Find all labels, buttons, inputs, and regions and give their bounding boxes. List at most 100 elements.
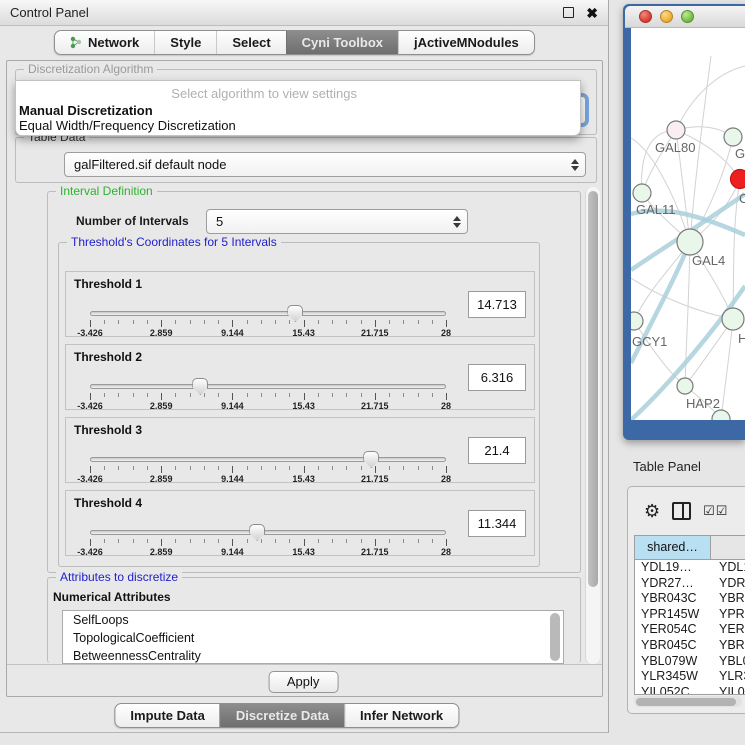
- node-gal80[interactable]: [667, 121, 685, 139]
- slider-ruler: [90, 539, 446, 547]
- threshold-3-value-field[interactable]: 21.4: [468, 437, 526, 464]
- node-h[interactable]: [722, 308, 744, 330]
- slider-track[interactable]: [90, 311, 446, 316]
- table-horizontal-scrollbar[interactable]: [634, 696, 742, 707]
- threshold-2-slider[interactable]: -3.426 2.859 9.144 15.43 21.715 28: [90, 379, 446, 407]
- table-data-value: galFiltered.sif default node: [74, 157, 226, 172]
- slider-tick-labels: -3.426 2.859 9.144 15.43 21.715 28: [90, 547, 446, 557]
- network-window-titlebar: [625, 6, 745, 28]
- table-panel-title: Table Panel: [633, 459, 701, 474]
- threshold-2-box: Threshold 2 6.316 -3.426 2.859 9.144 15.…: [65, 344, 535, 410]
- node-top-right[interactable]: [724, 128, 742, 146]
- tab-impute-data[interactable]: Impute Data: [115, 704, 219, 727]
- algorithm-option-equal-width[interactable]: Equal Width/Frequency Discretization: [19, 118, 236, 133]
- close-button[interactable]: [639, 10, 652, 23]
- interval-definition-group: Interval Definition Number of Intervals …: [47, 191, 581, 573]
- table-row[interactable]: YPR145WYPR1: [635, 607, 745, 623]
- algorithm-dropdown-popup: Select algorithm to view settings Manual…: [15, 80, 581, 136]
- select-columns-icon[interactable]: ☑☑: [703, 503, 728, 519]
- node-gal4[interactable]: [677, 229, 703, 255]
- table-row[interactable]: YER054CYER0: [635, 622, 745, 638]
- attributes-group-title: Attributes to discretize: [56, 570, 182, 584]
- column-header-name[interactable]: na: [711, 536, 745, 559]
- tab-network[interactable]: Network: [55, 31, 154, 54]
- control-panel-titlebar: Control Panel ✖: [0, 0, 608, 26]
- node-hap2[interactable]: [677, 378, 693, 394]
- threshold-4-value-field[interactable]: 11.344: [468, 510, 526, 537]
- threshold-4-slider[interactable]: -3.426 2.859 9.144 15.43 21.715 28: [90, 525, 446, 553]
- node-label-gal80: GAL80: [655, 140, 695, 155]
- list-item-betweennesscentrality[interactable]: BetweennessCentrality: [63, 647, 563, 664]
- threshold-2-label: Threshold 2: [74, 350, 142, 364]
- columns-icon[interactable]: [672, 502, 691, 520]
- gear-icon[interactable]: ⚙: [644, 502, 660, 520]
- tab-select[interactable]: Select: [216, 31, 285, 54]
- number-of-intervals-combobox[interactable]: 5: [206, 209, 468, 234]
- list-scrollbar[interactable]: [550, 613, 560, 661]
- threshold-4-label: Threshold 4: [74, 496, 142, 510]
- number-of-intervals-value: 5: [216, 214, 223, 229]
- top-tab-bar: Network Style Select Cyni Toolbox jActiv…: [54, 30, 535, 55]
- algorithm-option-manual[interactable]: Manual Discretization: [19, 103, 153, 118]
- threshold-2-value-field[interactable]: 6.316: [468, 364, 526, 391]
- table-row[interactable]: YLR345WYLR3: [635, 669, 745, 685]
- table-row[interactable]: YBR043CYBR0: [635, 591, 745, 607]
- scrollbar-thumb[interactable]: [636, 698, 736, 706]
- table-row[interactable]: YDL19…YDL1: [635, 560, 745, 576]
- combo-stepper-icon: [453, 216, 461, 228]
- table-row[interactable]: YBR045CYBR0: [635, 638, 745, 654]
- slider-track[interactable]: [90, 384, 446, 389]
- table-data-group: Table Data galFiltered.sif default node: [15, 137, 597, 183]
- table-row[interactable]: YIL052CYIL0: [635, 685, 745, 695]
- network-canvas[interactable]: GAL80 G C GAL11 GAL4 GCY1 H HAP2: [631, 28, 745, 420]
- node-gal11[interactable]: [633, 184, 651, 202]
- minimize-button[interactable]: [660, 10, 673, 23]
- thresholds-group-title: Threshold's Coordinates for 5 Intervals: [67, 235, 281, 249]
- slider-ruler: [90, 466, 446, 474]
- pane-divider: [7, 664, 602, 665]
- slider-track[interactable]: [90, 457, 446, 462]
- tab-discretize-data[interactable]: Discretize Data: [220, 704, 344, 727]
- combo-stepper-icon: [571, 159, 579, 171]
- node-gcy1[interactable]: [631, 312, 643, 330]
- close-icon[interactable]: ✖: [586, 6, 598, 20]
- column-header-shared-name[interactable]: shared…: [635, 536, 711, 559]
- table-panel-header: Table Panel: [609, 448, 745, 484]
- interval-definition-title: Interval Definition: [56, 184, 157, 198]
- tab-infer-network[interactable]: Infer Network: [344, 704, 458, 727]
- node-label-gal4: GAL4: [692, 253, 725, 268]
- float-window-icon[interactable]: [563, 7, 574, 18]
- threshold-1-value-field[interactable]: 14.713: [468, 291, 526, 318]
- numerical-attributes-list: SelfLoops TopologicalCoefficient Between…: [62, 610, 564, 664]
- network-view-window: GAL80 G C GAL11 GAL4 GCY1 H HAP2: [623, 4, 745, 440]
- node-label-hap2: HAP2: [686, 396, 720, 411]
- apply-button[interactable]: Apply: [268, 671, 338, 693]
- threshold-3-label: Threshold 3: [74, 423, 142, 437]
- control-panel: Control Panel ✖ Network Style Select Cyn…: [0, 0, 609, 733]
- table-data-combobox[interactable]: galFiltered.sif default node: [64, 152, 586, 177]
- control-panel-title: Control Panel: [10, 5, 89, 20]
- algorithm-placeholder: Select algorithm to view settings: [16, 86, 512, 101]
- tab-cyni-toolbox[interactable]: Cyni Toolbox: [286, 31, 398, 54]
- number-of-intervals-label: Number of Intervals: [76, 214, 189, 228]
- table-row[interactable]: YBL079WYBL0: [635, 654, 745, 670]
- tab-style[interactable]: Style: [154, 31, 216, 54]
- bottom-tab-bar: Impute Data Discretize Data Infer Networ…: [114, 703, 459, 728]
- threshold-3-slider[interactable]: -3.426 2.859 9.144 15.43 21.715 28: [90, 452, 446, 480]
- slider-tick-labels: -3.426 2.859 9.144 15.43 21.715 28: [90, 474, 446, 484]
- list-item-topologicalcoefficient[interactable]: TopologicalCoefficient: [63, 629, 563, 647]
- zoom-button[interactable]: [681, 10, 694, 23]
- table-row[interactable]: YDR27…YDR2: [635, 576, 745, 592]
- list-item-selfloops[interactable]: SelfLoops: [63, 611, 563, 629]
- node-label-gal11: GAL11: [636, 202, 676, 217]
- table-header-row: shared… na: [635, 536, 745, 560]
- discretization-algorithm-group-title: Discretization Algorithm: [24, 62, 157, 76]
- node-selected-red[interactable]: [731, 170, 745, 189]
- slider-tick-labels: -3.426 2.859 9.144 15.43 21.715 28: [90, 401, 446, 411]
- thresholds-group: Threshold's Coordinates for 5 Intervals …: [58, 242, 540, 567]
- scrollbar-thumb[interactable]: [588, 191, 598, 587]
- slider-track[interactable]: [90, 530, 446, 535]
- tab-jactivemnodules[interactable]: jActiveMNodules: [398, 31, 534, 54]
- threshold-1-slider[interactable]: -3.426 2.859 9.144 15.43 21.715 28: [90, 306, 446, 334]
- panel-vertical-scrollbar[interactable]: [585, 187, 600, 664]
